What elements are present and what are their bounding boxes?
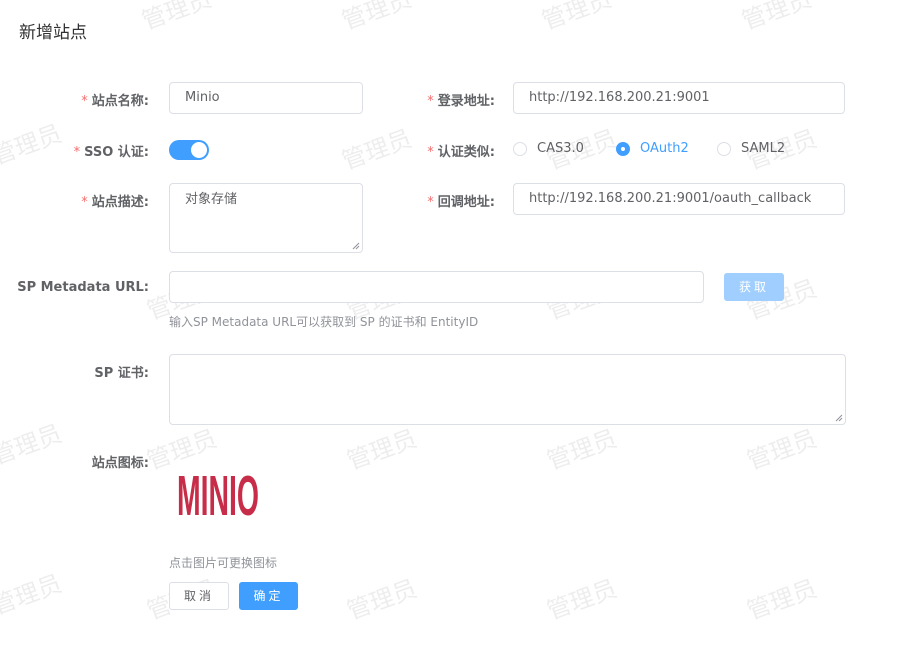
sso-toggle[interactable] [169,140,209,160]
login-url-label: * 登录地址: [427,94,495,109]
watermark: 管理员 [543,574,621,626]
watermark: 管理员 [543,424,621,476]
confirm-button[interactable]: 确定 [239,582,298,610]
watermark: 管理员 [743,574,821,626]
minio-logo: MINIO [177,465,259,528]
site-icon-hint: 点击图片可更换图标 [169,556,278,570]
watermark: 管理员 [743,424,821,476]
radio-circle-icon [513,141,527,156]
watermark: 管理员 [338,0,416,36]
site-logo-image[interactable]: MINIO [175,462,265,528]
sp-metadata-hint: 输入SP Metadata URL可以获取到 SP 的证书和 EntityID [169,315,479,329]
page-title: 新增站点 [19,23,87,43]
watermark: 管理员 [343,574,421,626]
watermark: 管理员 [0,569,66,621]
site-icon-label: 站点图标: [91,456,149,471]
site-name-label: * 站点名称: [81,94,149,109]
login-url-input[interactable]: http://192.168.200.21:9001 [513,82,845,114]
sp-cert-label: SP 证书: [94,366,149,381]
site-desc-value: 对象存储 [185,192,238,207]
watermark: 管理员 [138,0,216,36]
radio-label: OAuth2 [640,141,689,156]
callback-url-label: * 回调地址: [427,195,495,210]
resize-grip-icon[interactable] [835,414,843,422]
radio-oauth2[interactable]: OAuth2 [616,141,689,156]
site-name-input[interactable]: Minio [169,82,363,114]
site-desc-textarea[interactable]: 对象存储 [169,183,363,253]
radio-saml2[interactable]: SAML2 [717,141,785,156]
callback-url-input[interactable]: http://192.168.200.21:9001/oauth_callbac… [513,183,845,215]
radio-label: CAS3.0 [537,141,584,156]
resize-grip-icon[interactable] [352,242,360,250]
sso-label: * SSO 认证: [73,145,149,160]
sp-metadata-input[interactable] [169,271,704,303]
watermark: 管理员 [338,124,416,176]
watermark: 管理员 [0,419,66,471]
watermark: 管理员 [538,0,616,36]
site-desc-label: * 站点描述: [81,195,149,210]
watermark: 管理员 [0,119,66,171]
radio-label: SAML2 [741,141,786,156]
svg-text:MINIO: MINIO [177,465,259,524]
toggle-knob [191,142,207,158]
auth-type-label: * 认证类似: [427,145,495,160]
radio-checked-icon [616,141,630,156]
radio-circle-icon [717,141,731,156]
sp-cert-textarea[interactable] [169,354,846,425]
fetch-button[interactable]: 获取 [724,273,784,301]
sp-metadata-label: SP Metadata URL: [17,280,149,295]
cancel-button[interactable]: 取消 [169,582,229,610]
watermark: 管理员 [738,0,816,36]
watermark: 管理员 [343,424,421,476]
radio-cas3[interactable]: CAS3.0 [513,141,584,156]
